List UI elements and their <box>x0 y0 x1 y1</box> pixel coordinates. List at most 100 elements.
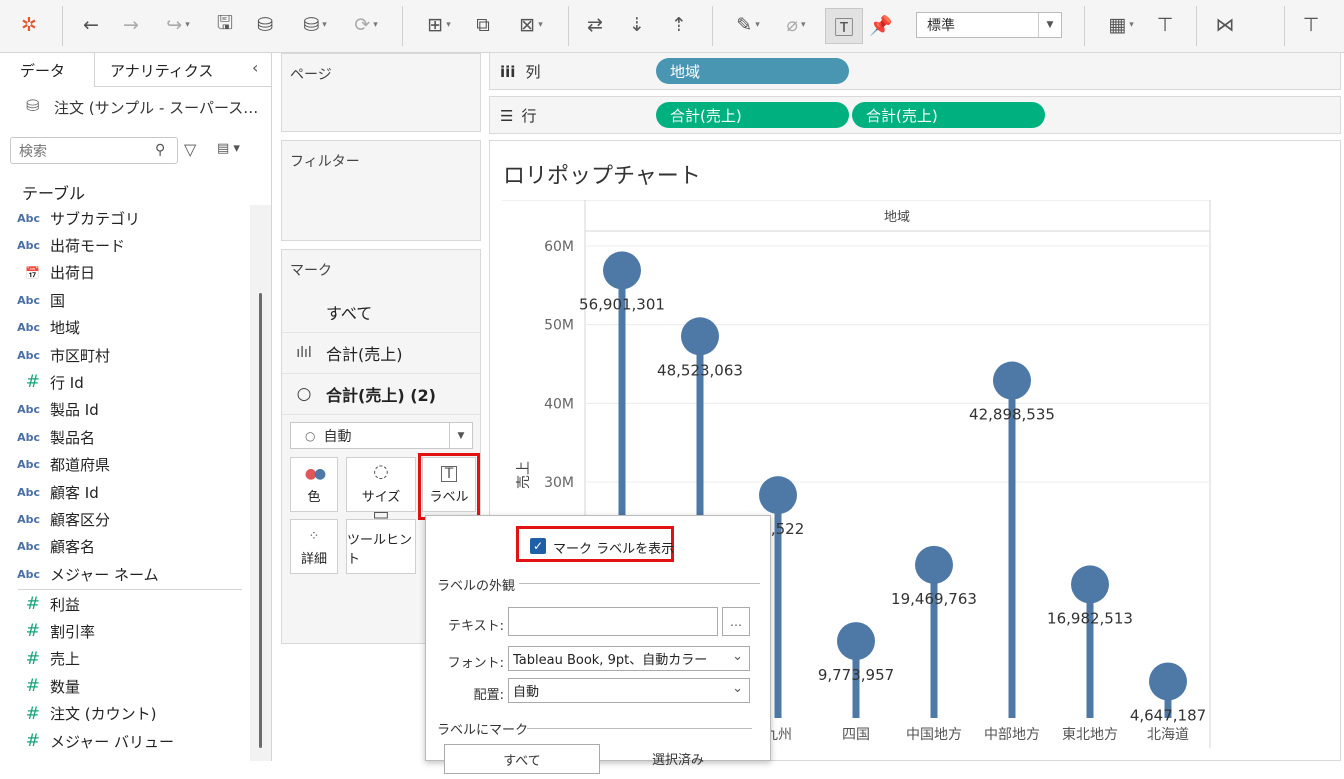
lollipop-head[interactable] <box>1071 565 1109 604</box>
align-select[interactable]: 自動 ⌄ <box>508 678 750 703</box>
share-icon[interactable]: ⋈ <box>1210 8 1240 42</box>
field-item[interactable]: # 割引率 <box>0 618 250 644</box>
swap-axes-icon[interactable]: ⇄ <box>580 8 610 42</box>
field-name: 顧客名 <box>50 538 96 557</box>
tab-data[interactable]: データ <box>20 60 65 81</box>
field-item[interactable]: Abc 地域 <box>0 315 250 341</box>
number-type-icon: # <box>25 676 40 697</box>
field-name: サブカテゴリ <box>50 209 141 228</box>
group-members-icon[interactable]: ⌀ ▾ <box>774 8 818 42</box>
field-item[interactable]: # 利益 <box>0 591 250 617</box>
clear-sheet-icon[interactable]: ⊠ ▾ <box>506 8 556 42</box>
tooltip-button[interactable]: ▭ ツールヒント <box>346 504 416 574</box>
lollipop-head[interactable] <box>915 545 953 584</box>
rows-shelf[interactable]: ☰ 行 合計(売上) 合計(売上) <box>489 96 1341 134</box>
field-item[interactable]: Abc 顧客 Id <box>0 479 250 505</box>
color-button[interactable]: ●● 色 <box>290 457 338 512</box>
show-hide-cards-icon[interactable]: ⊤ <box>1296 8 1326 42</box>
sort-ascending-icon[interactable]: ⇣ <box>622 8 652 42</box>
new-datasource-icon[interactable]: ⛁ <box>250 8 280 42</box>
fix-axes-icon[interactable]: 📌 <box>866 8 896 42</box>
field-item[interactable]: Abc サブカテゴリ <box>0 205 250 231</box>
redo-icon[interactable]: → <box>116 8 146 42</box>
detail-button-label: 詳細 <box>300 552 327 567</box>
scrollbar-thumb[interactable] <box>259 293 262 748</box>
collapse-pane-icon[interactable]: ‹ <box>252 58 258 77</box>
duplicate-sheet-icon[interactable]: ⧉ <box>468 8 498 42</box>
save-icon[interactable]: 🖫 <box>210 8 240 42</box>
field-item[interactable]: 📅 出荷日 <box>0 260 250 286</box>
field-item[interactable]: Abc 都道府県 <box>0 452 250 478</box>
show-me-icon[interactable]: ▦ ▾ <box>1096 8 1146 42</box>
field-item[interactable]: Abc メジャー ネーム <box>0 561 250 587</box>
font-select[interactable]: Tableau Book, 9pt、自動カラー ⌄ <box>508 646 750 671</box>
more-options-button[interactable]: … <box>722 607 750 636</box>
lollipop-head[interactable] <box>993 361 1031 400</box>
search-icon[interactable]: ⚲ <box>155 142 165 158</box>
number-type-icon: # <box>25 594 40 614</box>
fit-dropdown[interactable]: 標準 ▼ <box>916 12 1062 38</box>
label-marks-all-button[interactable]: すべて <box>444 744 600 774</box>
pages-title: ページ <box>290 67 332 83</box>
mark-type-dropdown[interactable]: ○ 自動 ▼ <box>290 422 473 449</box>
replay-icon[interactable]: ↪ ▾ <box>156 8 200 42</box>
field-item[interactable]: Abc 顧客区分 <box>0 506 250 532</box>
undo-icon[interactable]: ← <box>76 8 106 42</box>
pause-updates-icon[interactable]: ⛁ ▾ <box>290 8 340 42</box>
show-mark-labels-icon[interactable]: 🅃 <box>825 8 863 44</box>
show-labels-text[interactable]: マーク ラベルを表示 <box>553 538 674 557</box>
sort-descending-icon[interactable]: ⇡ <box>664 8 694 42</box>
field-item[interactable]: # 売上 <box>0 646 250 672</box>
field-item[interactable]: Abc 出荷モード <box>0 232 250 258</box>
size-icon: ◌ <box>373 461 389 482</box>
presentation-mode-icon[interactable]: ⊤ <box>1150 8 1180 42</box>
tab-analytics[interactable]: アナリティクス <box>110 60 213 81</box>
field-item[interactable]: Abc 顧客名 <box>0 534 250 560</box>
string-type-icon: Abc <box>17 458 40 472</box>
view-options-icon[interactable]: ▤ ▾ <box>217 141 240 156</box>
refresh-icon[interactable]: ⟳ ▾ <box>344 8 388 42</box>
marks-tab-all[interactable]: すべて <box>282 292 480 333</box>
search-input[interactable] <box>10 137 178 164</box>
filter-icon[interactable]: ▽ <box>184 140 196 159</box>
section-appearance: ラベルの外観 <box>437 579 516 594</box>
lollipop-head[interactable] <box>603 251 641 290</box>
rows-pill-sales[interactable]: 合計(売上) <box>656 102 849 128</box>
toolbar: ✲ ← → ↪ ▾ 🖫 ⛁ ⛁ ▾ ⟳ ▾ ⊞ ▾ ⧉ ⊠ ▾ ⇄ ⇣ ⇡ ✎ ▾ ⌀ ▾ 🅃… <box>0 0 1344 53</box>
field-item[interactable]: # メジャー バリュー <box>0 728 250 754</box>
columns-shelf[interactable]: iii 列 地域 <box>489 52 1341 90</box>
field-item[interactable]: Abc 国 <box>0 287 250 313</box>
marks-tab-sales-label: 合計(売上) <box>326 345 403 364</box>
detail-button[interactable]: ⁘ 詳細 <box>290 519 338 574</box>
field-item[interactable]: Abc 市区町村 <box>0 342 250 368</box>
text-field[interactable] <box>508 607 718 636</box>
field-item[interactable]: Abc 製品名 <box>0 424 250 450</box>
datasource-name[interactable]: 注文 (サンプル - スーパース… <box>54 97 258 118</box>
string-type-icon: Abc <box>17 321 40 335</box>
lollipop-head[interactable] <box>837 622 875 661</box>
bar-chart-icon: ılıl <box>296 345 312 361</box>
lollipop-head[interactable] <box>1149 662 1187 701</box>
marks-tab-sales-2[interactable]: ○ 合計(売上) (2) <box>282 374 480 415</box>
rows-pill-sales-2[interactable]: 合計(売上) <box>852 102 1045 128</box>
x-tick-label: 四国 <box>842 727 870 743</box>
lollipop-head[interactable] <box>759 476 797 515</box>
show-labels-checkbox[interactable]: ✓ <box>530 538 546 554</box>
label-marks-selected-button[interactable]: 選択済み <box>616 744 740 779</box>
toolbar-divider <box>1084 6 1085 46</box>
lollipop-head[interactable] <box>681 317 719 356</box>
field-name: メジャー バリュー <box>50 732 175 751</box>
highlight-icon[interactable]: ✎ ▾ <box>726 8 770 42</box>
marks-tab-sales[interactable]: ılıl 合計(売上) <box>282 333 480 374</box>
field-item[interactable]: # 注文 (カウント) <box>0 701 250 727</box>
field-item[interactable]: # 行 Id <box>0 369 250 395</box>
x-tick-label: 中国地方 <box>906 727 962 743</box>
column-header: 地域 <box>884 210 910 225</box>
field-item[interactable]: # 数量 <box>0 673 250 699</box>
columns-pill-region[interactable]: 地域 <box>656 58 849 84</box>
string-type-icon: Abc <box>17 512 40 526</box>
field-name: 顧客 Id <box>50 483 99 502</box>
new-worksheet-icon[interactable]: ⊞ ▾ <box>414 8 464 42</box>
tableau-logo-icon[interactable]: ✲ <box>14 8 44 42</box>
field-item[interactable]: Abc 製品 Id <box>0 397 250 423</box>
